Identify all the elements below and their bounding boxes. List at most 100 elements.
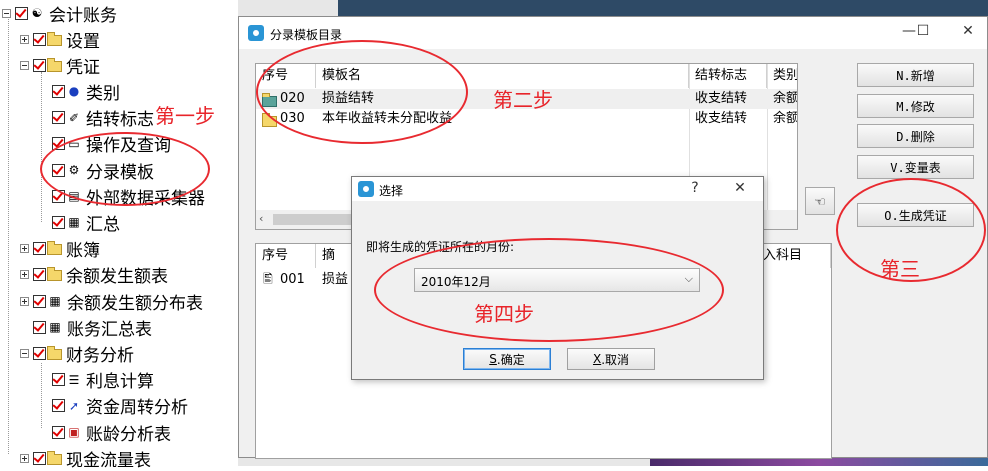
- tree-item[interactable]: ▭ 操作及查询: [52, 131, 171, 157]
- delete-button[interactable]: D.删除: [857, 124, 974, 148]
- checkbox-checked-icon[interactable]: [33, 320, 46, 334]
- checkbox-checked-icon[interactable]: [52, 137, 65, 151]
- annotation-step4: 第四步: [474, 302, 534, 326]
- checkbox-checked-icon[interactable]: [33, 268, 46, 282]
- tree-item-label: 现金流量表: [66, 450, 151, 471]
- col-header-no[interactable]: 序号: [256, 64, 316, 88]
- collapse-icon[interactable]: [20, 60, 29, 70]
- tree-item-label: 类别: [86, 83, 120, 104]
- checkbox-checked-icon[interactable]: [52, 425, 65, 439]
- tree-item[interactable]: 账簿: [20, 236, 100, 262]
- expand-icon[interactable]: [20, 270, 29, 280]
- variables-button[interactable]: V.变量表: [857, 155, 974, 179]
- checkbox-checked-icon[interactable]: [52, 399, 65, 413]
- pointing-hand-icon[interactable]: ☜: [805, 187, 835, 215]
- close-icon[interactable]: ✕: [958, 23, 978, 39]
- tree-item[interactable]: 现金流量表: [20, 445, 151, 471]
- add-button[interactable]: N.新增: [857, 63, 974, 87]
- window-title: 分录模板目录: [270, 28, 343, 42]
- col-header-no[interactable]: 序号: [256, 244, 316, 268]
- checkbox-checked-icon[interactable]: [33, 346, 46, 360]
- checkbox-checked-icon[interactable]: [33, 242, 46, 256]
- checkbox-checked-icon[interactable]: [33, 58, 46, 72]
- generate-voucher-button[interactable]: O.生成凭证: [857, 203, 974, 227]
- tree-item[interactable]: 设置: [20, 26, 100, 52]
- tree-item[interactable]: ➚ 资金周转分析: [52, 393, 188, 419]
- checkbox-checked-icon[interactable]: [33, 294, 46, 308]
- tree-item[interactable]: ▦ 余额发生额分布表: [20, 288, 203, 314]
- collapse-icon[interactable]: [20, 348, 29, 358]
- month-select-value: 2010年12月: [421, 275, 491, 289]
- checkbox-checked-icon[interactable]: [33, 451, 46, 465]
- scroll-left-icon[interactable]: ‹: [259, 212, 263, 225]
- tree-root[interactable]: ☯ 会计账务: [2, 0, 117, 26]
- expand-icon[interactable]: [20, 244, 29, 254]
- tree-item[interactable]: ▤ 外部数据采集器: [52, 183, 205, 209]
- confirm-button[interactable]: S .确定: [463, 348, 551, 370]
- expand-icon[interactable]: [20, 34, 29, 44]
- month-prompt: 即将生成的凭证所在的月份:: [366, 240, 515, 254]
- tree-item-label: 操作及查询: [86, 136, 171, 157]
- checkbox-checked-icon[interactable]: [52, 111, 65, 125]
- collapse-icon[interactable]: [2, 8, 11, 18]
- tree-connector: [41, 72, 42, 222]
- tree-connector: [41, 363, 42, 428]
- month-select[interactable]: 2010年12月 ⌵: [414, 268, 700, 292]
- tree-item-label: 设置: [66, 31, 100, 52]
- tree-item[interactable]: ☰ 利息计算: [52, 367, 154, 393]
- checkbox-checked-icon[interactable]: [52, 84, 65, 98]
- annotation-step3: 第三: [880, 257, 920, 281]
- expand-icon[interactable]: [20, 453, 29, 463]
- row-no: 030: [280, 111, 305, 126]
- checkbox-checked-icon[interactable]: [52, 215, 65, 229]
- tree-item[interactable]: ⚙ 分录模板: [52, 157, 154, 183]
- edit-button[interactable]: M.修改: [857, 94, 974, 118]
- maximize-icon[interactable]: ☐: [913, 23, 933, 39]
- nav-tree: ☯ 会计账务 设置凭证 ● 类别 ✐ 结转标志 ▭ 操作及查询 ⚙ 分录模板 ▤ 外部数据采集器 ▦ 汇…: [0, 0, 239, 471]
- help-icon[interactable]: ?: [685, 180, 705, 196]
- tree-item-label: 账龄分析表: [86, 424, 171, 445]
- tree-item-label: 凭证: [66, 57, 100, 78]
- dialog-titlebar[interactable]: 选择 ? ✕: [352, 177, 763, 201]
- app-icon: [358, 181, 374, 197]
- window-titlebar[interactable]: 分录模板目录 — ☐ ✕: [239, 17, 987, 49]
- entry-icon: 🖺: [263, 272, 273, 286]
- tree-item[interactable]: ▦ 账务汇总表: [20, 314, 152, 340]
- yin-yang-icon: ☯: [31, 6, 43, 20]
- turnover-icon: ➚: [68, 398, 80, 413]
- col-header-summary[interactable]: 摘: [316, 244, 356, 268]
- checkbox-checked-icon[interactable]: [52, 189, 65, 203]
- tree-item[interactable]: ▦ 汇总: [52, 209, 120, 235]
- tree-item-label: 余额发生额表: [66, 267, 168, 288]
- close-icon[interactable]: ✕: [730, 180, 750, 196]
- tree-item[interactable]: 凭证: [20, 52, 100, 78]
- category-icon: ●: [68, 84, 80, 99]
- tree-item[interactable]: 财务分析: [20, 340, 134, 366]
- column-separator: [767, 64, 768, 224]
- checkbox-checked-icon[interactable]: [15, 6, 28, 20]
- interest-icon: ☰: [68, 372, 80, 387]
- cancel-button[interactable]: X .取消: [567, 348, 655, 370]
- chevron-down-icon[interactable]: ⌵: [685, 272, 693, 286]
- template-folder-icon: [262, 113, 277, 127]
- checkbox-checked-icon[interactable]: [33, 32, 46, 46]
- tree-item-label: 资金周转分析: [86, 398, 188, 419]
- col-header-flag[interactable]: 结转标志: [689, 64, 767, 88]
- row-type: 余额: [773, 111, 798, 126]
- tree-item-label: 账簿: [66, 241, 100, 262]
- tree-item-label: 分录模板: [86, 162, 154, 183]
- cancel-label: .取消: [601, 352, 630, 367]
- checkbox-checked-icon[interactable]: [52, 373, 65, 387]
- expand-icon[interactable]: [20, 296, 29, 306]
- tree-item[interactable]: ✐ 结转标志: [52, 105, 154, 131]
- row-summary: 损益: [322, 272, 349, 287]
- tree-item[interactable]: ● 类别: [52, 78, 120, 104]
- carryover-icon: ✐: [68, 110, 80, 125]
- report-icon: ▦: [49, 294, 61, 308]
- tree-item[interactable]: 余额发生额表: [20, 262, 168, 288]
- query-icon: ▭: [68, 136, 80, 151]
- tree-item[interactable]: ▣ 账龄分析表: [52, 419, 171, 445]
- col-header-account[interactable]: 入科目: [756, 244, 831, 268]
- col-header-type[interactable]: 类别: [767, 64, 797, 88]
- checkbox-checked-icon[interactable]: [52, 163, 65, 177]
